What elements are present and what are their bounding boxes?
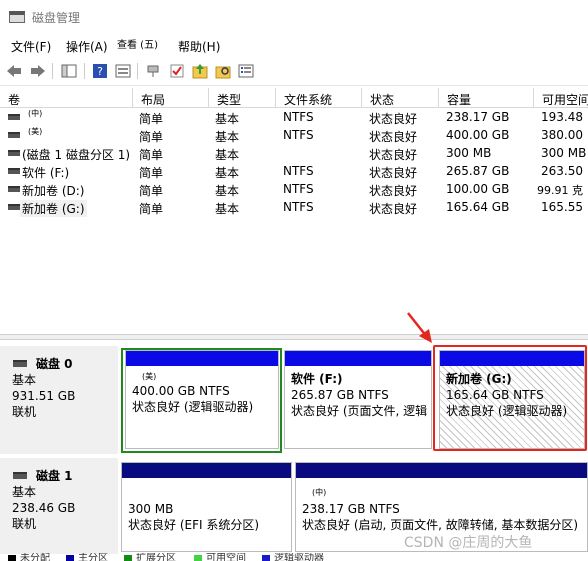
- table-row[interactable]: (中) 简单 基本 NTFS 状态良好 238.17 GB 193.48: [0, 108, 588, 126]
- legend-extended-swatch: [124, 555, 132, 561]
- volume-list: 卷 布局 类型 文件系统 状态 容量 可用空间 (中) 简单 基本 NTFS 状…: [0, 88, 588, 334]
- window-title: 磁盘管理: [32, 11, 81, 25]
- menu-file[interactable]: 文件(F): [11, 38, 51, 55]
- list-icon[interactable]: [237, 62, 255, 80]
- new-folder-icon[interactable]: [191, 62, 209, 80]
- svg-text:?: ?: [97, 65, 103, 78]
- table-row[interactable]: (美) 简单 基本 NTFS 状态良好 400.00 GB 380.00: [0, 126, 588, 144]
- column-header-volume[interactable]: 卷: [0, 88, 133, 108]
- volume-icon: [8, 132, 20, 138]
- column-header-filesystem[interactable]: 文件系统: [276, 88, 362, 108]
- column-header-free-space[interactable]: 可用空间: [534, 88, 588, 108]
- volume-icon: [8, 150, 20, 156]
- legend-primary: 主分区: [78, 553, 108, 561]
- column-header-layout[interactable]: 布局: [133, 88, 209, 108]
- title-bar: 磁盘管理: [0, 0, 588, 34]
- legend-logical-swatch: [262, 555, 270, 561]
- disk-1-label[interactable]: 磁盘 1 基本 238.46 GB 联机: [0, 458, 118, 554]
- toolbar: ?: [0, 56, 588, 86]
- red-arrow-icon: [407, 312, 432, 343]
- legend-free: 可用空间: [206, 553, 246, 561]
- partition-disk1-efi[interactable]: 300 MB 状态良好 (EFI 系统分区): [121, 462, 292, 552]
- menu-bar: 文件(F) 操作(A) 查看 (五) 帮助(H): [0, 34, 588, 56]
- table-row[interactable]: (磁盘 1 磁盘分区 1) 简单 基本 状态良好 300 MB 300 MB: [0, 144, 588, 162]
- partition-disk0-mei[interactable]: (美) 400.00 GB NTFS 状态良好 (逻辑驱动器): [125, 350, 279, 449]
- table-row[interactable]: 新加卷 (G:) 简单 基本 NTFS 状态良好 165.64 GB 165.5…: [0, 198, 588, 217]
- check-icon[interactable]: [168, 62, 186, 80]
- connect-icon[interactable]: [145, 62, 163, 80]
- disk-icon: [13, 472, 27, 479]
- watermark: CSDN @庄周的大鱼: [404, 535, 533, 551]
- menu-view[interactable]: 查看 (五): [117, 36, 158, 51]
- legend-unallocated: 未分配: [20, 553, 50, 561]
- volume-icon: [8, 114, 20, 120]
- column-header-capacity[interactable]: 容量: [439, 88, 534, 108]
- legend-unallocated-swatch: [8, 555, 16, 561]
- highlight-box: [433, 345, 587, 451]
- disk-0-label[interactable]: 磁盘 0 基本 931.51 GB 联机: [0, 346, 118, 454]
- volume-icon: [8, 186, 20, 192]
- partition-disk0-software-f[interactable]: 软件 (F:) 265.87 GB NTFS 状态良好 (页面文件, 逻辑: [284, 350, 432, 449]
- column-header-status[interactable]: 状态: [362, 88, 439, 108]
- search-folder-icon[interactable]: [214, 62, 232, 80]
- volume-icon: [8, 168, 20, 174]
- menu-action[interactable]: 操作(A): [66, 38, 108, 55]
- volume-icon: [8, 204, 20, 210]
- legend-logical: 逻辑驱动器: [274, 553, 324, 561]
- column-header-type[interactable]: 类型: [209, 88, 276, 108]
- legend-primary-swatch: [66, 555, 74, 561]
- table-row[interactable]: 新加卷 (D:) 简单 基本 NTFS 状态良好 100.00 GB 99.91…: [0, 180, 588, 198]
- table-row[interactable]: 软件 (F:) 简单 基本 NTFS 状态良好 265.87 GB 263.50: [0, 162, 588, 180]
- disk-icon: [13, 360, 27, 367]
- legend: 未分配 主分区 扩展分区 可用空间 逻辑驱动器: [0, 553, 588, 561]
- back-arrow-icon[interactable]: [5, 62, 23, 80]
- disk-management-icon: [9, 11, 25, 23]
- forward-arrow-icon[interactable]: [29, 62, 47, 80]
- legend-free-swatch: [194, 555, 202, 561]
- legend-extended: 扩展分区: [136, 553, 176, 561]
- properties-icon[interactable]: [114, 62, 132, 80]
- help-icon[interactable]: ?: [91, 62, 109, 80]
- menu-help[interactable]: 帮助(H): [178, 38, 220, 55]
- console-tree-icon[interactable]: [60, 62, 78, 80]
